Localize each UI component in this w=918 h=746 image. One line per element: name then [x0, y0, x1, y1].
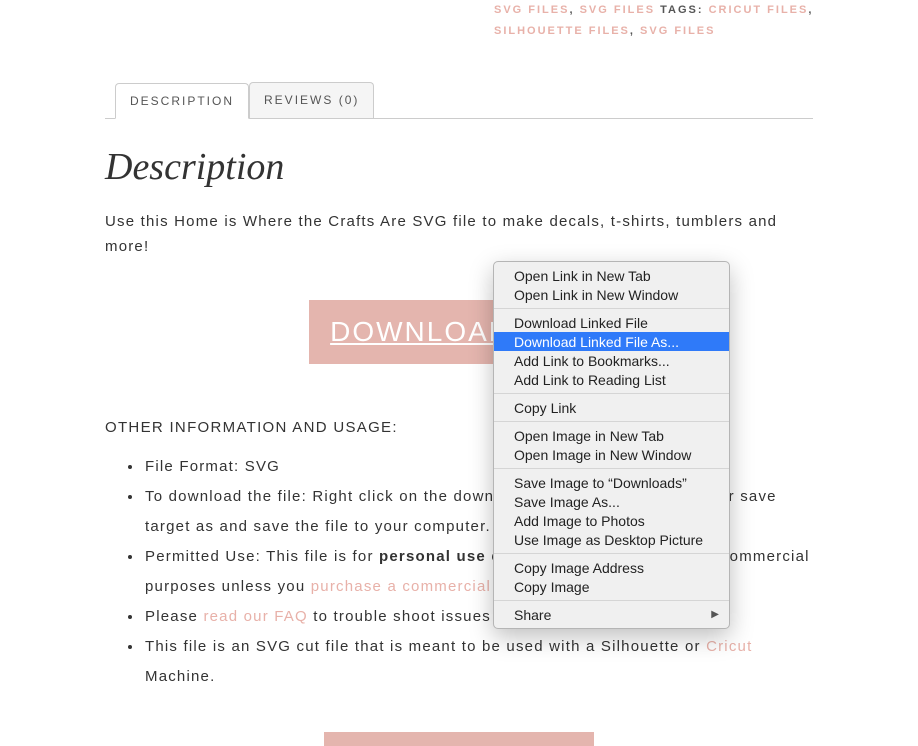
ctx-open-link-new-tab[interactable]: Open Link in New Tab: [494, 266, 729, 285]
ctx-separator: [494, 308, 729, 309]
ctx-separator: [494, 421, 729, 422]
ctx-separator: [494, 468, 729, 469]
ctx-download-linked-file-as[interactable]: Download Linked File As...: [494, 332, 729, 351]
meta-cat-link[interactable]: SVG FILES: [494, 4, 569, 16]
li-text: Please: [145, 608, 203, 625]
ctx-separator: [494, 393, 729, 394]
ctx-add-link-reading-list[interactable]: Add Link to Reading List: [494, 370, 729, 389]
product-meta: SVG FILES, SVG FILES TAGS: CRICUT FILES,…: [494, 0, 918, 42]
li-text: This file is an SVG cut file that is mea…: [145, 638, 706, 655]
meta-tag-link[interactable]: SVG FILES: [640, 25, 715, 37]
tab-description[interactable]: DESCRIPTION: [115, 83, 249, 119]
list-item: This file is an SVG cut file that is mea…: [143, 632, 813, 692]
intro-paragraph: Use this Home is Where the Crafts Are SV…: [105, 209, 813, 260]
ctx-download-linked-file[interactable]: Download Linked File: [494, 313, 729, 332]
ctx-separator: [494, 553, 729, 554]
context-menu: Open Link in New Tab Open Link in New Wi…: [493, 261, 730, 629]
faq-link[interactable]: read our FAQ: [203, 608, 307, 625]
li-text: Machine.: [145, 668, 215, 685]
ctx-open-link-new-window[interactable]: Open Link in New Window: [494, 285, 729, 304]
cricut-link[interactable]: Cricut: [706, 638, 752, 655]
ctx-separator: [494, 600, 729, 601]
ctx-copy-image[interactable]: Copy Image: [494, 577, 729, 596]
ctx-add-link-bookmarks[interactable]: Add Link to Bookmarks...: [494, 351, 729, 370]
product-content: DESCRIPTION REVIEWS (0) Description Use …: [0, 82, 918, 746]
meta-tag-link[interactable]: CRICUT FILES: [709, 4, 809, 16]
ctx-add-image-photos[interactable]: Add Image to Photos: [494, 511, 729, 530]
li-text: Permitted Use: This file is for: [145, 548, 379, 565]
bottom-accent-bar: [324, 732, 594, 746]
ctx-open-image-new-window[interactable]: Open Image in New Window: [494, 445, 729, 464]
ctx-share[interactable]: Share: [494, 605, 729, 624]
meta-tags-label: TAGS:: [655, 4, 709, 16]
ctx-copy-link[interactable]: Copy Link: [494, 398, 729, 417]
meta-sep: ,: [569, 4, 579, 16]
ctx-save-image-as[interactable]: Save Image As...: [494, 492, 729, 511]
tab-reviews[interactable]: REVIEWS (0): [249, 82, 374, 118]
meta-sep: ,: [630, 25, 640, 37]
meta-tag-link[interactable]: SILHOUETTE FILES: [494, 25, 630, 37]
ctx-use-image-desktop[interactable]: Use Image as Desktop Picture: [494, 530, 729, 549]
meta-sep: ,: [808, 4, 813, 16]
ctx-open-image-new-tab[interactable]: Open Image in New Tab: [494, 426, 729, 445]
meta-cat-link[interactable]: SVG FILES: [580, 4, 655, 16]
tabs-row: DESCRIPTION REVIEWS (0): [115, 82, 813, 118]
ctx-save-image-downloads[interactable]: Save Image to “Downloads”: [494, 473, 729, 492]
li-bold: personal use: [379, 548, 486, 565]
description-heading: Description: [105, 145, 813, 189]
ctx-copy-image-address[interactable]: Copy Image Address: [494, 558, 729, 577]
